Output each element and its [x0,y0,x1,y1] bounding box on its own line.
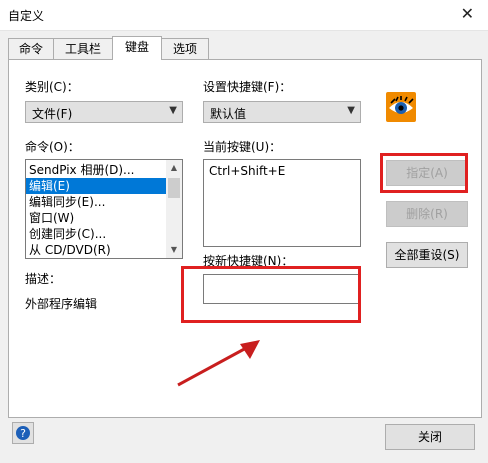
new-shortcut-highlight [181,266,361,323]
list-item-selected[interactable]: 编辑(E) [26,178,182,194]
tab-commands[interactable]: 命令 [8,38,54,59]
window-title: 自定义 [8,9,45,23]
list-item[interactable]: 从 CD/DVD(R) [26,242,182,258]
eye-logo-icon [386,92,416,122]
list-item[interactable]: 编辑同步(E)... [26,194,182,210]
list-item[interactable]: 窗口(W) [26,210,182,226]
shortcut-set-value: 默认值 [210,107,247,121]
scroll-thumb[interactable] [168,178,180,198]
reset-all-button[interactable]: 全部重设(S) [386,242,468,268]
annotation-arrow-icon [177,340,260,387]
chevron-down-icon: ▼ [347,105,355,116]
close-button[interactable]: 关闭 [385,424,475,450]
list-item[interactable]: SendPix 相册(D)... [26,162,182,178]
close-icon[interactable]: ✕ [461,4,474,24]
shortcut-set-select[interactable]: 默认值 ▼ [203,101,361,123]
current-keys-label: 当前按键(U)： [203,140,282,154]
current-keys-box[interactable]: Ctrl+Shift+E [203,159,361,247]
help-icon[interactable]: ? [12,422,34,444]
shortcut-set-label: 设置快捷键(F)： [203,80,292,94]
tab-keyboard[interactable]: 键盘 [112,36,162,60]
delete-button[interactable]: 删除(R) [386,201,468,227]
list-scrollbar[interactable]: ▲ ▼ [166,160,182,258]
category-value: 文件(F) [32,107,73,121]
assign-button-highlight [380,153,468,193]
category-select[interactable]: 文件(F) ▼ [25,101,183,123]
category-label: 类别(C)： [25,80,79,94]
tab-toolbar[interactable]: 工具栏 [53,38,113,59]
title-bar: 自定义 ✕ [0,0,488,31]
tab-options[interactable]: 选项 [161,38,209,59]
current-keys-value: Ctrl+Shift+E [209,164,286,178]
scroll-up-icon[interactable]: ▲ [166,160,182,176]
commands-label: 命令(O)： [25,140,80,154]
description-label: 描述： [25,272,62,286]
scroll-down-icon[interactable]: ▼ [166,242,182,258]
commands-list[interactable]: SendPix 相册(D)... 编辑(E) 编辑同步(E)... 窗口(W) … [25,159,183,259]
list-item[interactable]: 创建同步(C)... [26,226,182,242]
description-value: 外部程序编辑 [25,297,98,311]
svg-text:?: ? [20,427,26,440]
chevron-down-icon: ▼ [169,105,177,116]
